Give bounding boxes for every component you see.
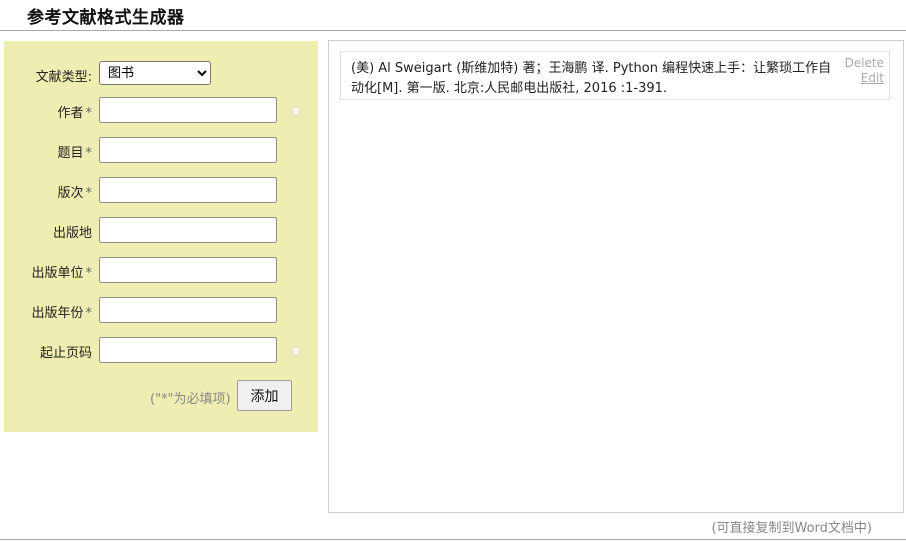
title-label: 题目 <box>57 146 84 161</box>
publisher-row: 出版单位 * <box>4 257 318 285</box>
place-row: 出版地 <box>4 217 318 245</box>
delete-link[interactable]: Delete <box>845 56 884 70</box>
add-button[interactable]: 添加 <box>237 380 292 411</box>
edit-link[interactable]: Edit <box>861 71 884 85</box>
pages-input[interactable] <box>99 337 277 363</box>
title-row: 题目 * <box>4 137 318 165</box>
edition-input[interactable] <box>99 177 277 203</box>
type-select[interactable]: 图书 <box>99 61 211 85</box>
page-title: 参考文献格式生成器 <box>27 8 185 28</box>
year-row: 出版年份 * <box>4 297 318 325</box>
required-hint: ("*"为必填项) <box>150 392 231 407</box>
reference-text: (美) Al Sweigart (斯维加特) 著；王海鹏 译. Python 编… <box>351 61 832 96</box>
place-input[interactable] <box>99 217 277 243</box>
pages-row: 起止页码 <box>4 337 318 365</box>
author-row: 作者 * <box>4 97 318 125</box>
pages-label: 起止页码 <box>39 346 92 361</box>
publisher-input[interactable] <box>99 257 277 283</box>
reference-item: (美) Al Sweigart (斯维加特) 著；王海鹏 译. Python 编… <box>340 51 890 100</box>
required-mark: * <box>85 306 93 321</box>
edition-row: 版次 * <box>4 177 318 205</box>
title-input[interactable] <box>99 137 277 163</box>
author-label: 作者 <box>57 106 84 121</box>
reference-output: (美) Al Sweigart (斯维加特) 著；王海鹏 译. Python 编… <box>328 40 904 513</box>
publisher-label: 出版单位 <box>31 266 84 281</box>
required-mark: * <box>85 266 93 281</box>
author-toggle[interactable] <box>291 106 301 116</box>
required-mark: * <box>85 186 93 201</box>
edition-label: 版次 <box>57 186 84 201</box>
copy-hint: (可直接复制到Word文档中) <box>711 521 872 536</box>
type-row: 文献类型: 图书 <box>4 61 318 89</box>
required-mark: * <box>85 146 93 161</box>
page-header: 参考文献格式生成器 <box>0 0 906 31</box>
reference-form: 文献类型: 图书 作者 * 题目 * 版次 * 出版地 出版单位 * 出版年份 * 起止页… <box>4 41 318 432</box>
author-input[interactable] <box>99 97 277 123</box>
bottom-divider <box>0 539 906 540</box>
year-label: 出版年份 <box>31 306 84 321</box>
place-label: 出版地 <box>52 226 92 241</box>
type-label: 文献类型: <box>35 70 92 85</box>
year-input[interactable] <box>99 297 277 323</box>
pages-toggle[interactable] <box>291 346 301 356</box>
required-mark: * <box>85 106 93 121</box>
